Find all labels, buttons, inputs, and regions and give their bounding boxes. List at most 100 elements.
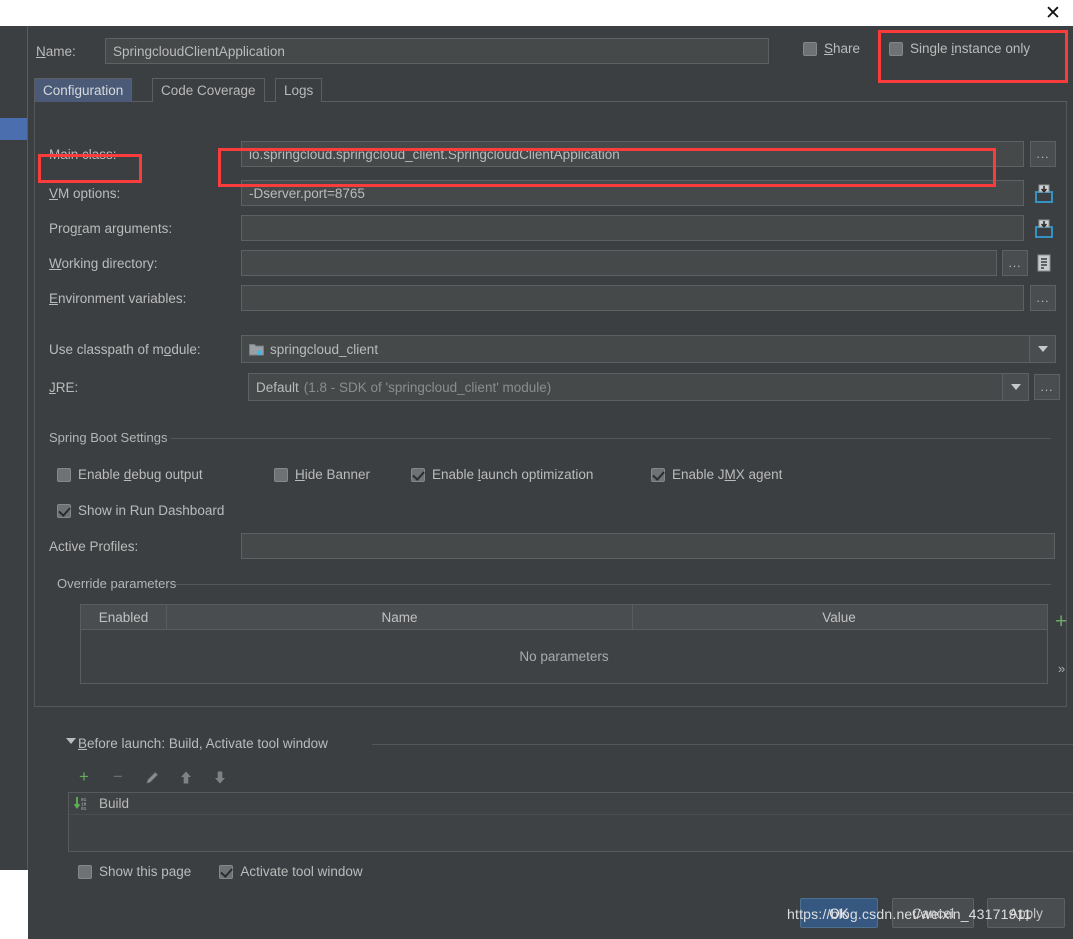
- single-instance-checkbox-box[interactable]: [889, 41, 903, 56]
- column-header-name[interactable]: Name: [167, 605, 633, 630]
- list-item-label: Build: [99, 796, 130, 811]
- checkbox-activate-tool-window-box[interactable]: [219, 864, 234, 879]
- configurations-tree-panel[interactable]: [0, 26, 30, 870]
- override-parameters-table[interactable]: Enabled Name Value No parameters: [80, 604, 1048, 684]
- program-arguments-input[interactable]: [241, 215, 1024, 241]
- checkbox-show-in-run-dashboard-label: Show in Run Dashboard: [78, 503, 225, 518]
- before-launch-move-up-button[interactable]: [174, 766, 198, 788]
- name-label-text: ame:: [45, 44, 76, 59]
- name-label: Name:: [36, 44, 76, 59]
- before-launch-add-button[interactable]: +: [72, 766, 96, 788]
- vm-options-expand-icon[interactable]: [1030, 180, 1058, 208]
- checkbox-enable-launch-optimization[interactable]: Enable launch optimization: [411, 467, 593, 482]
- before-launch-tasks-list[interactable]: 01 10 01 Build: [68, 792, 1073, 852]
- share-checkbox-label: Share: [824, 41, 861, 56]
- window-title-strip: ✕: [0, 0, 1073, 26]
- jre-value: Default: [256, 379, 299, 395]
- main-class-input[interactable]: [241, 141, 1024, 167]
- checkbox-enable-debug-output-box[interactable]: [57, 467, 71, 482]
- jre-browse-button[interactable]: ...: [1034, 374, 1060, 400]
- svg-text:01: 01: [81, 807, 87, 812]
- checkbox-hide-banner[interactable]: Hide Banner: [274, 467, 370, 482]
- working-directory-browse-button[interactable]: ...: [1002, 250, 1028, 276]
- close-icon[interactable]: ✕: [1041, 1, 1065, 25]
- checkbox-enable-launch-optimization-box[interactable]: [411, 467, 425, 482]
- list-item[interactable]: 01 10 01 Build: [69, 793, 1073, 815]
- checkbox-show-in-run-dashboard-box[interactable]: [57, 503, 71, 518]
- environment-variables-input[interactable]: [241, 285, 1024, 311]
- name-row: Name: Share Single instance only: [28, 38, 1073, 66]
- build-icon: 01 10 01: [73, 796, 93, 812]
- jre-label: JRE:: [49, 380, 79, 395]
- spring-boot-settings-separator: [171, 438, 1051, 439]
- name-input[interactable]: [105, 38, 769, 64]
- before-launch-toolbar: + −: [72, 766, 272, 788]
- checkbox-show-this-page-box[interactable]: [78, 864, 92, 879]
- module-folder-icon: [249, 343, 264, 356]
- run-configuration-dialog: Name: Share Single instance only Configu…: [28, 26, 1073, 939]
- before-launch-move-down-button[interactable]: [208, 766, 232, 788]
- override-parameters-separator: [175, 584, 1051, 585]
- checkbox-show-this-page[interactable]: Show this page: [78, 864, 191, 879]
- share-checkbox[interactable]: Share: [803, 41, 860, 56]
- checkbox-hide-banner-label: Hide Banner: [295, 467, 371, 482]
- single-instance-checkbox-label: Single instance only: [910, 41, 1031, 56]
- jre-value-detail: (1.8 - SDK of 'springcloud_client' modul…: [303, 379, 552, 395]
- active-profiles-input[interactable]: [241, 533, 1055, 559]
- override-parameters-group-title: Override parameters: [57, 576, 177, 591]
- override-parameters-table-header: Enabled Name Value: [81, 605, 1047, 630]
- checkbox-hide-banner-box[interactable]: [274, 467, 288, 482]
- checkbox-show-in-run-dashboard[interactable]: Show in Run Dashboard: [57, 503, 224, 518]
- checkbox-enable-jmx-agent[interactable]: Enable JMX agent: [651, 467, 782, 482]
- tab-code-coverage-label: Code Coverage: [161, 83, 256, 98]
- environment-variables-label: Environment variables:: [49, 291, 187, 306]
- chevron-down-icon: [1010, 384, 1021, 390]
- working-directory-input[interactable]: [241, 250, 997, 276]
- environment-variables-browse-button[interactable]: ...: [1030, 285, 1056, 311]
- spring-boot-settings-group-title: Spring Boot Settings: [49, 430, 168, 445]
- tab-configuration[interactable]: Configuration: [34, 78, 133, 102]
- expand-parameters-button[interactable]: »: [1058, 661, 1065, 676]
- jre-combobox[interactable]: Default (1.8 - SDK of 'springcloud_clien…: [248, 373, 1029, 401]
- working-directory-label: Working directory:: [49, 256, 158, 271]
- tab-bar: Configuration Code Coverage Logs: [34, 78, 1067, 102]
- share-checkbox-box[interactable]: [803, 41, 817, 56]
- column-header-value[interactable]: Value: [633, 605, 1045, 630]
- ok-button[interactable]: OK: [800, 898, 878, 928]
- program-arguments-label: Program arguments:: [49, 221, 173, 236]
- module-combobox-arrow[interactable]: [1029, 336, 1055, 362]
- module-combobox[interactable]: springcloud_client: [241, 335, 1056, 363]
- single-instance-only-checkbox[interactable]: Single instance only: [889, 41, 1030, 56]
- dialog-button-bar: OK Cancel Apply: [28, 898, 1073, 938]
- chevron-down-icon: [1037, 346, 1048, 352]
- vm-options-label: VM options:: [49, 186, 121, 201]
- checkbox-enable-jmx-agent-box[interactable]: [651, 467, 665, 482]
- jre-combobox-arrow[interactable]: [1002, 374, 1028, 400]
- before-launch-edit-button[interactable]: [140, 766, 164, 788]
- checkbox-activate-tool-window[interactable]: Activate tool window: [219, 864, 363, 879]
- apply-button[interactable]: Apply: [987, 898, 1065, 928]
- insert-macro-icon[interactable]: [1030, 249, 1058, 277]
- add-parameter-button[interactable]: +: [1055, 611, 1067, 632]
- checkbox-show-this-page-label: Show this page: [99, 864, 192, 879]
- before-launch-collapse-icon[interactable]: [66, 738, 76, 744]
- configurations-tree-selected-item[interactable]: [0, 118, 27, 140]
- cancel-button[interactable]: Cancel: [892, 898, 974, 928]
- checkbox-enable-debug-output[interactable]: Enable debug output: [57, 467, 203, 482]
- checkbox-enable-jmx-agent-label: Enable JMX agent: [672, 467, 783, 482]
- checkbox-enable-launch-optimization-label: Enable launch optimization: [432, 467, 594, 482]
- tab-code-coverage[interactable]: Code Coverage: [152, 78, 265, 102]
- before-launch-remove-button[interactable]: −: [106, 766, 130, 788]
- column-header-enabled[interactable]: Enabled: [81, 605, 167, 630]
- main-class-browse-button[interactable]: ...: [1030, 141, 1056, 167]
- vm-options-input[interactable]: [241, 180, 1024, 206]
- tab-logs-label: Logs: [284, 83, 314, 98]
- tab-logs[interactable]: Logs: [275, 78, 323, 102]
- active-profiles-label: Active Profiles:: [49, 539, 139, 554]
- main-class-label: Main class:: [49, 147, 117, 162]
- checkbox-enable-debug-output-label: Enable debug output: [78, 467, 203, 482]
- program-arguments-expand-icon[interactable]: [1030, 215, 1058, 243]
- before-launch-options: Show this page Activate tool window: [78, 864, 363, 879]
- before-launch-separator: [372, 744, 1073, 745]
- module-value: springcloud_client: [270, 341, 379, 357]
